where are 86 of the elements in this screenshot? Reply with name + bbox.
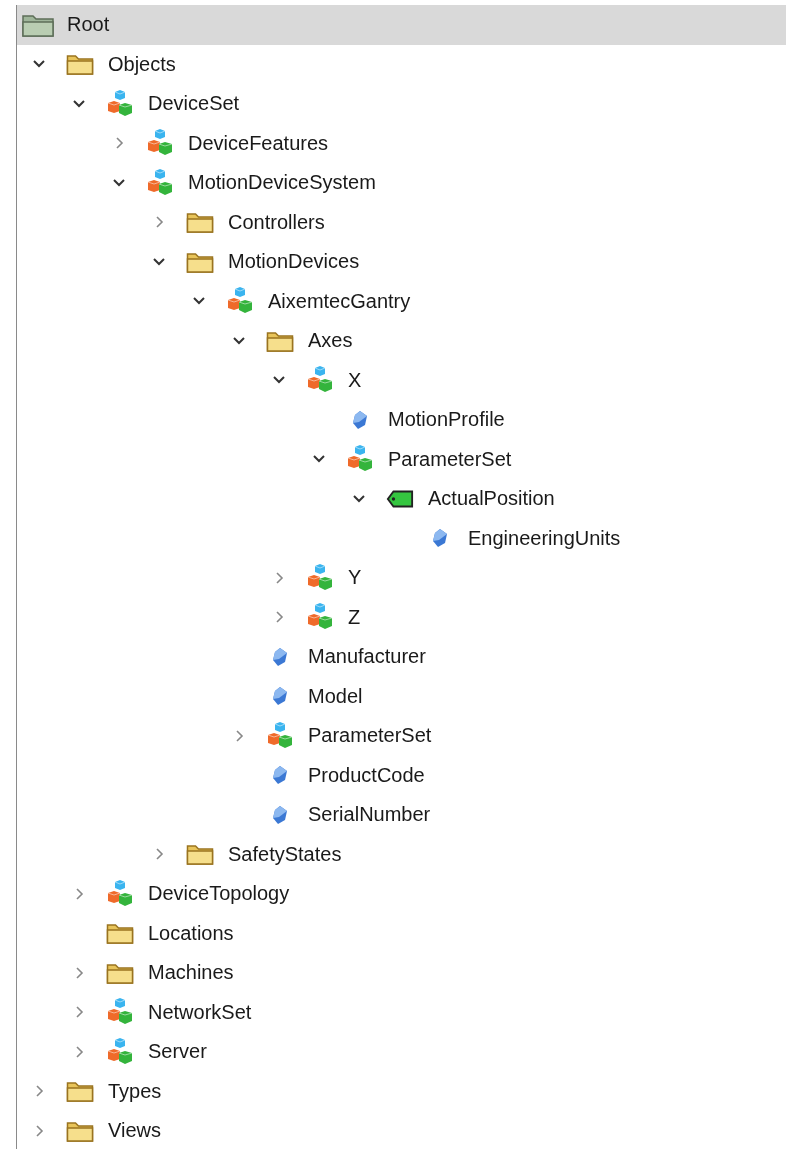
node-label: MotionDevices bbox=[228, 250, 360, 274]
node-label: Types bbox=[108, 1079, 162, 1103]
folder-icon bbox=[106, 922, 134, 945]
tree-row[interactable]: DeviceTopology bbox=[17, 874, 786, 914]
tree-row[interactable]: SerialNumber bbox=[17, 795, 786, 835]
node-label: DeviceFeatures bbox=[188, 131, 329, 155]
folder-icon bbox=[266, 329, 294, 352]
node-label: ActualPosition bbox=[428, 487, 555, 511]
node-label: SerialNumber bbox=[308, 803, 431, 827]
node-label: MotionProfile bbox=[388, 408, 505, 432]
tree-row[interactable]: ParameterSet bbox=[17, 439, 786, 479]
tree-row[interactable]: X bbox=[17, 360, 786, 400]
diamond-icon bbox=[432, 528, 448, 549]
tree-row[interactable]: ProductCode bbox=[17, 755, 786, 795]
cubes-icon bbox=[306, 563, 334, 592]
node-label: NetworkSet bbox=[148, 1000, 252, 1024]
tree-row[interactable]: Controllers bbox=[17, 202, 786, 242]
cubes-icon bbox=[306, 603, 334, 632]
cubes-icon bbox=[146, 168, 174, 197]
diamond-icon bbox=[272, 804, 288, 825]
tree-row[interactable]: AixemtecGantry bbox=[17, 281, 786, 321]
tree-row[interactable]: Axes bbox=[17, 321, 786, 361]
diamond-icon bbox=[352, 409, 368, 430]
folder-icon bbox=[66, 53, 94, 76]
tree-row[interactable]: Locations bbox=[17, 913, 786, 953]
node-label: Axes bbox=[308, 329, 353, 353]
cubes-icon bbox=[306, 366, 334, 395]
node-label: Controllers bbox=[228, 210, 325, 234]
cubes-icon bbox=[106, 998, 134, 1027]
node-label: Model bbox=[308, 684, 363, 708]
tag-icon bbox=[386, 488, 414, 509]
tree-row[interactable]: Views bbox=[17, 1111, 786, 1149]
tree-row[interactable]: Objects bbox=[17, 44, 786, 84]
node-label: EngineeringUnits bbox=[468, 526, 621, 550]
folder-icon bbox=[106, 961, 134, 984]
node-label: Objects bbox=[108, 52, 176, 76]
tree-row[interactable]: Machines bbox=[17, 953, 786, 993]
tree-row[interactable]: MotionDeviceSystem bbox=[17, 163, 786, 203]
tree-row[interactable]: ParameterSet bbox=[17, 716, 786, 756]
node-label: Z bbox=[348, 605, 361, 629]
tree-row[interactable]: MotionProfile bbox=[17, 400, 786, 440]
node-label: DeviceSet bbox=[148, 92, 240, 116]
cubes-icon bbox=[266, 721, 294, 750]
tree-row[interactable]: Z bbox=[17, 597, 786, 637]
node-label: Machines bbox=[148, 961, 234, 985]
node-label: X bbox=[348, 368, 362, 392]
node-label: ParameterSet bbox=[388, 447, 512, 471]
tree-row[interactable]: MotionDevices bbox=[17, 242, 786, 282]
cubes-icon bbox=[106, 879, 134, 908]
node-label: Y bbox=[348, 566, 362, 590]
tree-row[interactable]: Manufacturer bbox=[17, 637, 786, 677]
folder-icon bbox=[66, 1119, 94, 1142]
tree-row[interactable]: SafetyStates bbox=[17, 834, 786, 874]
tree-row[interactable]: Model bbox=[17, 676, 786, 716]
node-label: MotionDeviceSystem bbox=[188, 171, 376, 195]
cubes-icon bbox=[346, 445, 374, 474]
node-label: Server bbox=[148, 1040, 207, 1064]
node-label: Locations bbox=[148, 921, 234, 945]
tree-row[interactable]: EngineeringUnits bbox=[17, 518, 786, 558]
diamond-icon bbox=[272, 765, 288, 786]
node-label: DeviceTopology bbox=[148, 882, 290, 906]
tree-row[interactable]: Types bbox=[17, 1071, 786, 1111]
tree-row[interactable]: Server bbox=[17, 1032, 786, 1072]
diamond-icon bbox=[272, 646, 288, 667]
cubes-icon bbox=[226, 287, 254, 316]
tree-row[interactable]: ActualPosition bbox=[17, 479, 786, 519]
folder-icon bbox=[186, 211, 214, 234]
diamond-icon bbox=[272, 686, 288, 707]
tree-row[interactable]: Root bbox=[17, 5, 786, 45]
node-label: ParameterSet bbox=[308, 724, 432, 748]
node-label: Views bbox=[108, 1119, 161, 1143]
cubes-icon bbox=[106, 1037, 134, 1066]
folder-icon bbox=[186, 250, 214, 273]
node-label: SafetyStates bbox=[228, 842, 342, 866]
tree-row[interactable]: Y bbox=[17, 558, 786, 598]
folder-icon bbox=[66, 1080, 94, 1103]
cubes-icon bbox=[106, 89, 134, 118]
folder-icon bbox=[186, 843, 214, 866]
cubes-icon bbox=[146, 129, 174, 158]
tree-row[interactable]: NetworkSet bbox=[17, 992, 786, 1032]
tree-row[interactable]: DeviceFeatures bbox=[17, 123, 786, 163]
node-label: AixemtecGantry bbox=[268, 289, 411, 313]
node-label: ProductCode bbox=[308, 763, 425, 787]
tree-row[interactable]: DeviceSet bbox=[17, 84, 786, 124]
node-label: Manufacturer bbox=[308, 645, 426, 669]
node-label: Root bbox=[67, 13, 110, 37]
